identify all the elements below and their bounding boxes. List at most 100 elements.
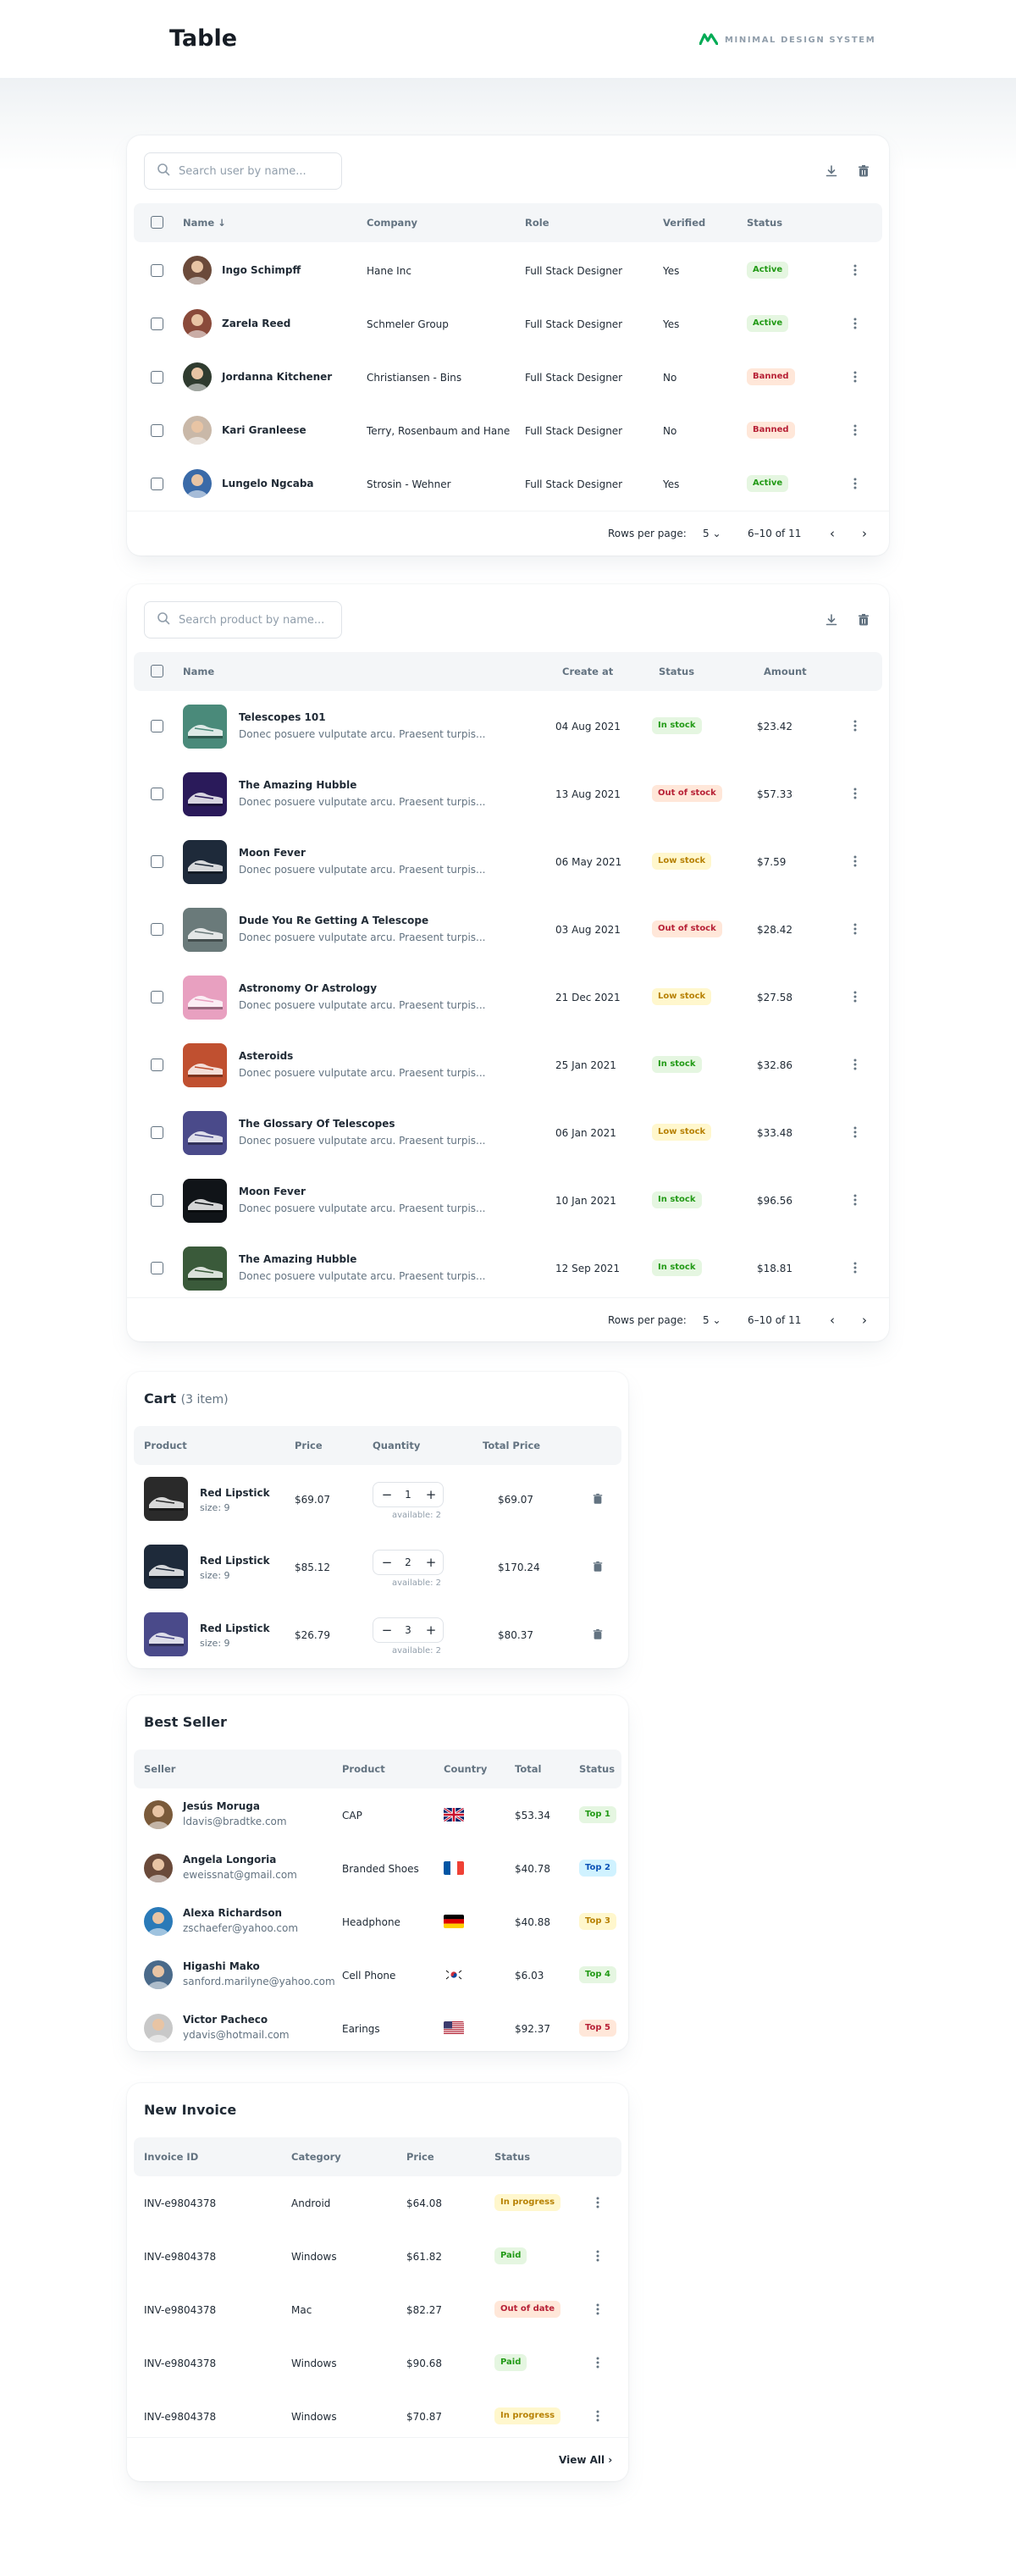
more-vertical-icon[interactable]	[589, 2247, 606, 2264]
row-checkbox[interactable]	[151, 923, 163, 936]
column-header-name[interactable]: Name ↓	[183, 203, 226, 242]
more-vertical-icon[interactable]	[847, 853, 864, 870]
column-header-name[interactable]: Name	[183, 652, 214, 691]
table-row[interactable]: The Amazing Hubble Donec posuere vulputat…	[127, 760, 889, 828]
brand[interactable]: MINIMAL DESIGN SYSTEM	[698, 32, 875, 48]
column-header-company[interactable]: Company	[367, 203, 417, 242]
select-all-checkbox[interactable]	[151, 216, 163, 229]
view-all-link[interactable]: View All ›	[559, 2438, 612, 2481]
table-row[interactable]: Jordanna Kitchener Christiansen - Bins Ful…	[127, 351, 889, 404]
more-vertical-icon[interactable]	[589, 2194, 606, 2211]
trash-icon[interactable]	[589, 1626, 606, 1643]
more-vertical-icon[interactable]	[847, 1056, 864, 1073]
download-icon[interactable]	[823, 611, 840, 628]
column-header-create-at[interactable]: Create at	[562, 652, 613, 691]
more-vertical-icon[interactable]	[847, 422, 864, 439]
row-checkbox[interactable]	[151, 264, 163, 277]
table-row[interactable]: The Glossary Of Telescopes Donec posuere …	[127, 1099, 889, 1167]
rows-per-page-label: Rows per page:	[608, 1314, 687, 1326]
trash-icon[interactable]	[855, 163, 872, 180]
increase-button[interactable]: +	[421, 1483, 441, 1506]
more-vertical-icon[interactable]	[847, 368, 864, 385]
row-checkbox[interactable]	[151, 991, 163, 1003]
more-vertical-icon[interactable]	[847, 988, 864, 1005]
more-vertical-icon[interactable]	[847, 717, 864, 734]
column-header-total: Total	[515, 1763, 542, 1775]
decrease-button[interactable]: −	[377, 1618, 397, 1642]
decrease-button[interactable]: −	[377, 1483, 397, 1506]
trash-icon[interactable]	[589, 1558, 606, 1575]
status-badge: Low stock	[652, 1124, 712, 1141]
column-header-role[interactable]: Role	[525, 203, 549, 242]
prev-page-icon[interactable]: ‹	[830, 1298, 835, 1341]
product-search-input[interactable]: Search product by name...	[144, 601, 342, 638]
row-checkbox[interactable]	[151, 1126, 163, 1139]
more-vertical-icon[interactable]	[847, 1124, 864, 1141]
table-row[interactable]: Dude You Re Getting A Telescope Donec pos…	[127, 896, 889, 964]
status-badge: Out of stock	[652, 785, 722, 802]
row-checkbox[interactable]	[151, 788, 163, 800]
more-vertical-icon[interactable]	[847, 920, 864, 937]
product-image	[183, 705, 227, 749]
row-checkbox[interactable]	[151, 424, 163, 437]
quantity-stepper[interactable]: −1 +	[373, 1482, 444, 1507]
more-vertical-icon[interactable]	[589, 2354, 606, 2371]
product-created-date: 10 Jan 2021	[555, 1195, 616, 1207]
row-checkbox[interactable]	[151, 720, 163, 732]
cart-product-name: Red Lipstick	[200, 1487, 270, 1499]
row-checkbox[interactable]	[151, 1194, 163, 1207]
table-row[interactable]: Astronomy Or Astrology Donec posuere vulp…	[127, 964, 889, 1031]
increase-button[interactable]: +	[421, 1551, 441, 1574]
row-checkbox[interactable]	[151, 318, 163, 330]
best-seller-title: Best Seller	[144, 1714, 227, 1730]
trash-icon[interactable]	[855, 611, 872, 628]
column-header-verified[interactable]: Verified	[663, 203, 705, 242]
seller-product: Headphone	[342, 1916, 400, 1928]
table-row[interactable]: Moon Fever Donec posuere vulputate arcu. …	[127, 1167, 889, 1235]
next-page-icon[interactable]: ›	[862, 1298, 867, 1341]
user-name: Ingo Schimpff	[222, 264, 301, 276]
more-vertical-icon[interactable]	[847, 262, 864, 279]
quantity-stepper[interactable]: −2 +	[373, 1550, 444, 1575]
table-row[interactable]: Asteroids Donec posuere vulputate arcu. P…	[127, 1031, 889, 1099]
column-header-status[interactable]: Status	[747, 203, 782, 242]
more-vertical-icon[interactable]	[847, 785, 864, 802]
user-verified: No	[663, 425, 677, 437]
table-row[interactable]: Zarela Reed Schmeler Group Full Stack Desi…	[127, 297, 889, 351]
user-search-input[interactable]: Search user by name...	[144, 152, 342, 190]
prev-page-icon[interactable]: ‹	[830, 511, 835, 556]
table-row[interactable]: The Amazing Hubble Donec posuere vulputat…	[127, 1235, 889, 1302]
table-row[interactable]: Telescopes 101 Donec posuere vulputate ar…	[127, 693, 889, 760]
rows-per-page-select[interactable]: 5 ⌄	[703, 1298, 721, 1341]
row-checkbox[interactable]	[151, 478, 163, 490]
more-vertical-icon[interactable]	[847, 1191, 864, 1208]
table-row: INV-e9804378 Windows $61.82 Paid	[127, 2230, 628, 2283]
table-row[interactable]: Lungelo Ngcaba Strosin - Wehner Full Stack…	[127, 457, 889, 511]
more-vertical-icon[interactable]	[847, 1259, 864, 1276]
trash-icon[interactable]	[589, 1490, 606, 1507]
search-placeholder: Search user by name...	[179, 164, 306, 178]
seller-product: Branded Shoes	[342, 1863, 419, 1875]
increase-button[interactable]: +	[421, 1618, 441, 1642]
more-vertical-icon[interactable]	[847, 475, 864, 492]
column-header-status[interactable]: Status	[659, 652, 694, 691]
column-header-amount[interactable]: Amount	[764, 652, 807, 691]
more-vertical-icon[interactable]	[589, 2301, 606, 2318]
more-vertical-icon[interactable]	[847, 315, 864, 332]
select-all-checkbox[interactable]	[151, 665, 163, 677]
table-row[interactable]: Moon Fever Donec posuere vulputate arcu. …	[127, 828, 889, 896]
user-name: Jordanna Kitchener	[222, 371, 333, 383]
table-row[interactable]: Kari Granleese Terry, Rosenbaum and Hane F…	[127, 404, 889, 457]
rows-per-page-select[interactable]: 5 ⌄	[703, 511, 721, 556]
quantity-stepper[interactable]: −3 +	[373, 1617, 444, 1643]
decrease-button[interactable]: −	[377, 1551, 397, 1574]
row-checkbox[interactable]	[151, 855, 163, 868]
row-checkbox[interactable]	[151, 1262, 163, 1274]
download-icon[interactable]	[823, 163, 840, 180]
more-vertical-icon[interactable]	[589, 2407, 606, 2424]
next-page-icon[interactable]: ›	[862, 511, 867, 556]
row-checkbox[interactable]	[151, 371, 163, 384]
table-row[interactable]: Ingo Schimpff Hane Inc Full Stack Designer…	[127, 244, 889, 297]
row-checkbox[interactable]	[151, 1059, 163, 1071]
product-description: Donec posuere vulputate arcu. Praesent t…	[239, 1067, 486, 1079]
